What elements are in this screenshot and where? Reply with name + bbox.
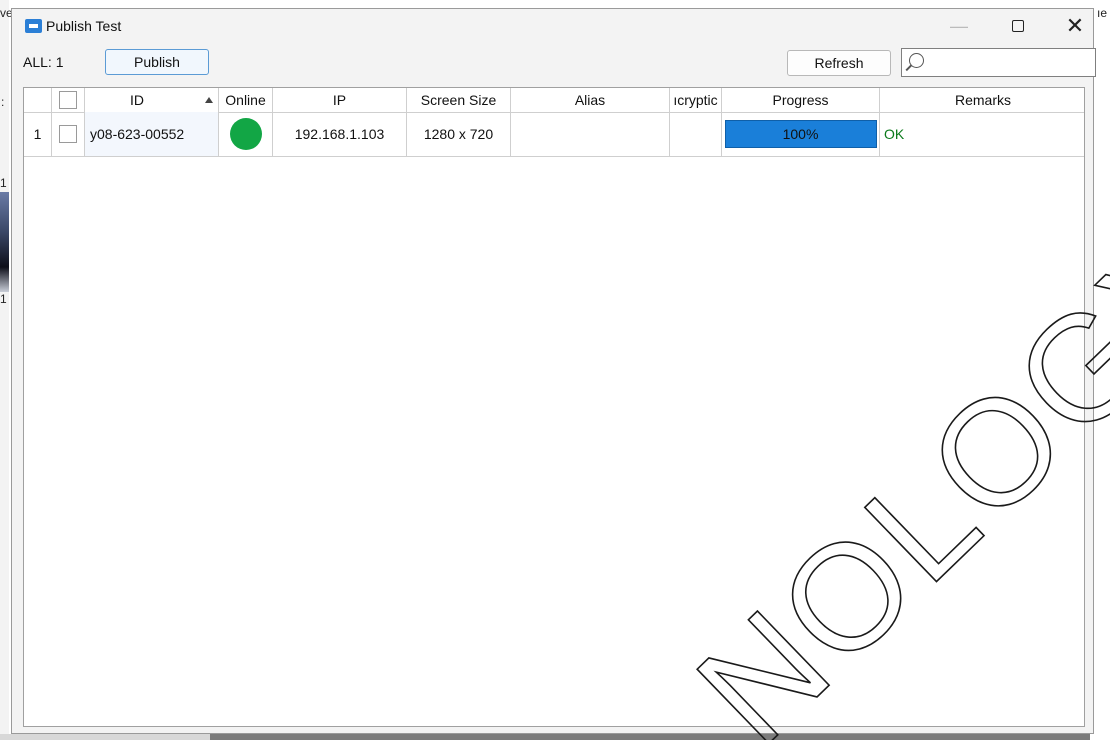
table-row[interactable]: 1 y08-623-00552 192.168.1.103 1280 x 720… — [24, 112, 1084, 157]
background-text-fragment: 1 — [0, 292, 7, 306]
encryption-cell — [670, 112, 722, 156]
publish-test-dialog: Publish Test — ✕ ALL: 1 Publish Refresh … — [11, 8, 1096, 734]
background-text-fragment: ıe — [1097, 6, 1108, 20]
sort-ascending-icon — [205, 97, 213, 103]
background-app-edge — [0, 0, 9, 740]
alias-cell — [511, 112, 670, 156]
total-count-label: ALL: 1 — [23, 54, 64, 70]
header-progress[interactable]: Progress — [722, 88, 880, 112]
row-number: 1 — [24, 112, 52, 156]
header-screen-size[interactable]: Screen Size — [407, 88, 511, 112]
minimize-button[interactable]: — — [936, 9, 982, 43]
search-box[interactable] — [901, 48, 1096, 77]
header-id[interactable]: ID — [85, 88, 219, 112]
background-app-edge — [0, 734, 210, 740]
table-header: ID Online IP Screen Size Alias ıcryptic … — [24, 88, 1084, 113]
toolbar: ALL: 1 Publish Refresh — [12, 43, 1096, 83]
title-bar[interactable]: Publish Test — ✕ — [12, 9, 1093, 43]
header-row-number — [24, 88, 52, 112]
progress-cell: 100% — [722, 112, 880, 156]
device-id-cell[interactable]: y08-623-00552 — [85, 112, 219, 156]
ip-cell: 192.168.1.103 — [273, 112, 407, 156]
select-all-checkbox[interactable] — [59, 91, 77, 109]
refresh-button[interactable]: Refresh — [787, 50, 891, 76]
header-encryption[interactable]: ıcryptic — [670, 88, 722, 112]
close-button[interactable]: ✕ — [1052, 9, 1098, 43]
header-online[interactable]: Online — [219, 88, 273, 112]
online-status-icon — [229, 118, 262, 150]
remarks-cell: OK — [884, 126, 905, 142]
header-select-all[interactable] — [52, 88, 85, 112]
maximize-icon — [1012, 20, 1024, 32]
publish-button[interactable]: Publish — [105, 49, 209, 75]
window-title: Publish Test — [46, 18, 122, 34]
row-select-cell[interactable] — [52, 112, 85, 156]
device-table: ID Online IP Screen Size Alias ıcryptic … — [23, 87, 1085, 727]
background-text-fragment: : — [1, 95, 5, 109]
maximize-button[interactable] — [995, 9, 1041, 43]
header-ip[interactable]: IP — [273, 88, 407, 112]
app-icon — [25, 19, 42, 33]
search-icon — [909, 53, 924, 68]
online-status-cell — [219, 112, 273, 156]
background-app-edge — [210, 734, 1090, 740]
background-image-fragment — [0, 192, 9, 292]
header-alias[interactable]: Alias — [511, 88, 670, 112]
background-text-fragment: 1 — [0, 176, 7, 190]
search-input[interactable] — [932, 51, 1091, 75]
screen-size-cell: 1280 x 720 — [407, 112, 511, 156]
close-icon: ✕ — [1065, 13, 1085, 38]
progress-bar: 100% — [724, 120, 877, 148]
header-remarks[interactable]: Remarks — [880, 88, 1086, 112]
row-checkbox[interactable] — [59, 125, 77, 143]
